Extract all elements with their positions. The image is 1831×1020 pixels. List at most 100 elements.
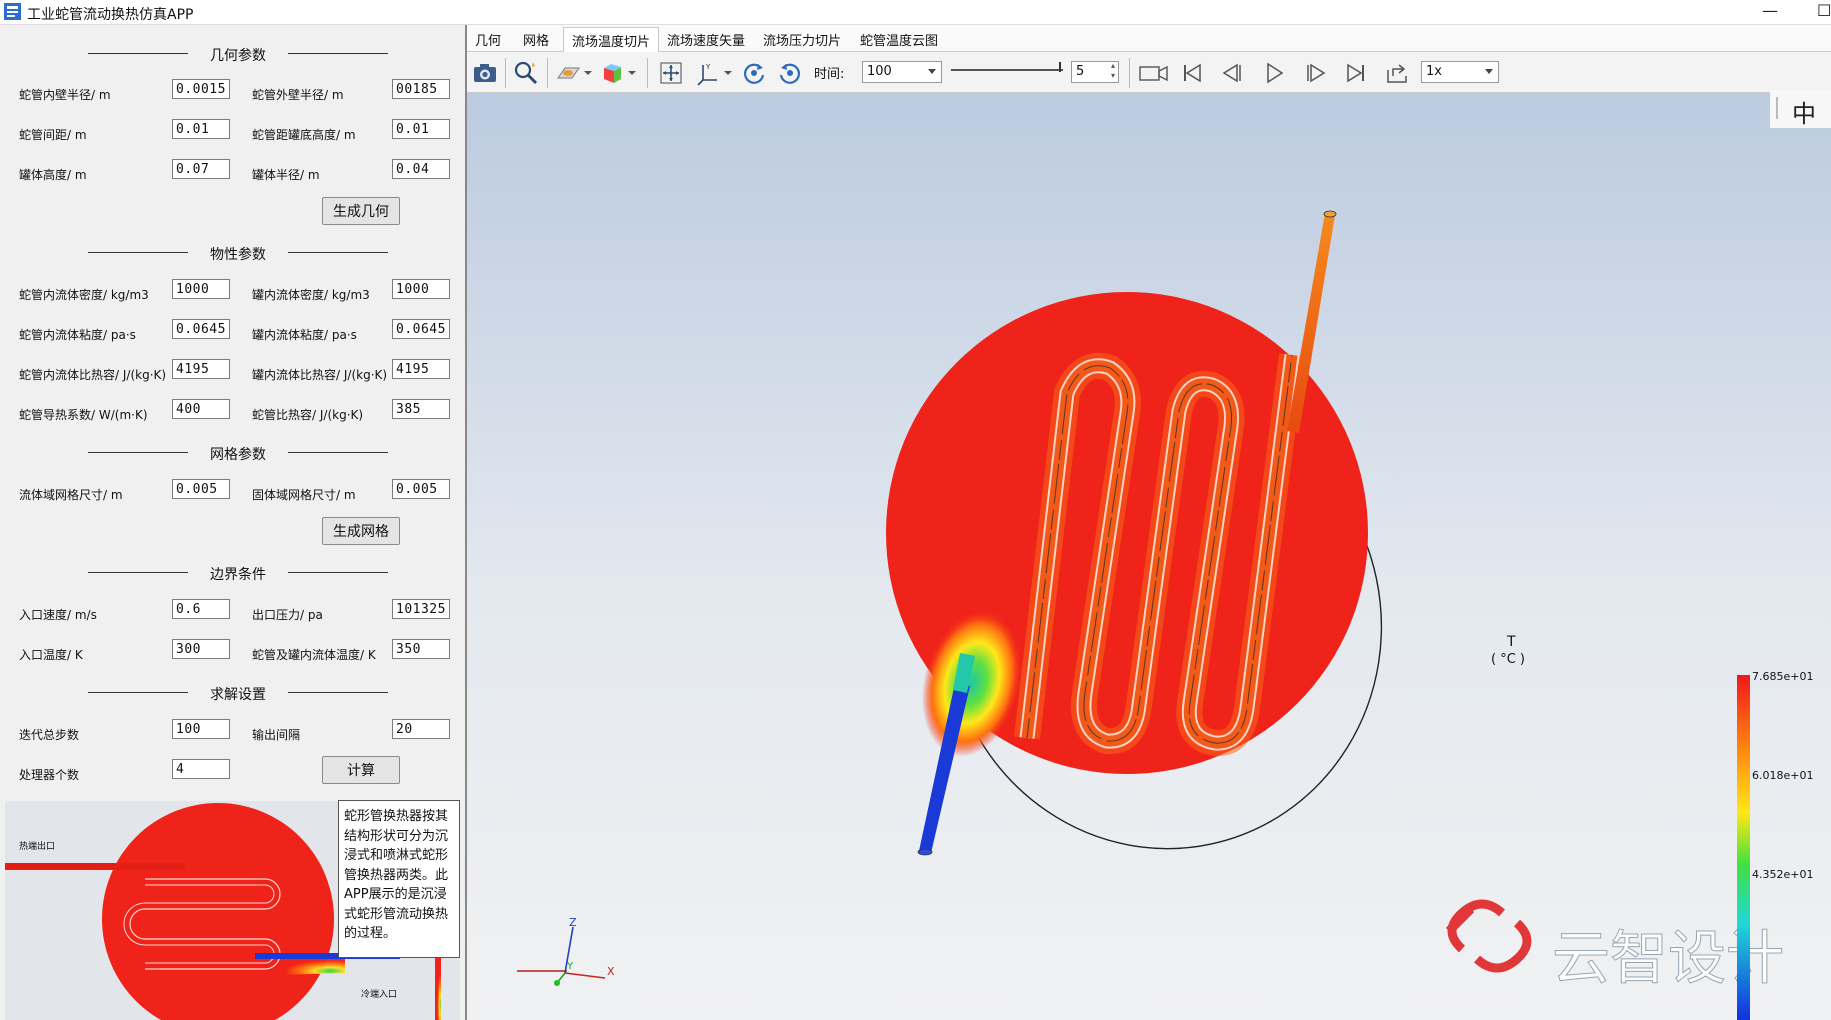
legend-mid-label: 6.018e+01	[1752, 769, 1813, 782]
record-video-icon[interactable]	[1138, 60, 1170, 86]
input-tank-fluid-density[interactable]: 1000	[392, 279, 450, 299]
tab-bar: 几何 网格 流场温度切片 流场速度矢量 流场压力切片 蛇管温度云图	[467, 25, 1831, 54]
label-tank-fluid-viscosity: 罐内流体粘度/ pa·s	[252, 328, 357, 342]
section-boundary: 边界条件	[88, 564, 388, 583]
label-tank-radius: 罐体半径/ m	[252, 168, 320, 182]
axes-dropdown-chevron-icon[interactable]	[721, 60, 735, 86]
play-icon[interactable]	[1261, 60, 1287, 86]
label-inlet-temperature: 入口温度/ K	[19, 648, 83, 662]
label-tank-fluid-cp: 罐内流体比热容/ J/(kg·K)	[252, 368, 388, 382]
tab-flow-velocity-vector[interactable]: 流场速度矢量	[667, 30, 745, 49]
tab-geometry[interactable]: 几何	[475, 30, 501, 49]
input-solid-mesh-size[interactable]: 0.005	[392, 479, 450, 499]
input-inlet-temperature[interactable]: 300	[172, 639, 230, 659]
input-tank-radius[interactable]: 0.04	[392, 159, 450, 179]
label-coil-outer-radius: 蛇管外壁半径/ m	[252, 88, 344, 102]
input-coil-outer-radius[interactable]: 00185	[392, 79, 450, 99]
label-coil-fluid-viscosity: 蛇管内流体粘度/ pa·s	[19, 328, 136, 342]
legend-color-bar	[1737, 675, 1750, 1020]
compute-button[interactable]: 计算	[322, 756, 400, 784]
previous-frame-icon[interactable]	[1220, 60, 1246, 86]
temperature-slice-render: X Z Y 云智设计 T ( °C ) 7.685e+01 6.018e+01 …	[517, 210, 1813, 1020]
window-title: 工业蛇管流动换热仿真APP	[27, 7, 194, 23]
label-coil-bottom-height: 蛇管距罐底高度/ m	[252, 128, 356, 142]
playback-speed-select[interactable]: 1x	[1421, 61, 1499, 83]
ime-indicator[interactable]: 中	[1770, 90, 1831, 128]
fit-view-icon[interactable]	[658, 60, 684, 86]
label-solid-mesh-size: 固体域网格尺寸/ m	[252, 488, 356, 502]
section-material: 物性参数	[88, 244, 388, 263]
rotate-right-icon[interactable]	[777, 60, 803, 86]
input-tank-fluid-cp[interactable]: 4195	[392, 359, 450, 379]
tab-mesh[interactable]: 网格	[523, 30, 549, 49]
input-inlet-velocity[interactable]: 0.6	[172, 599, 230, 619]
label-coil-spacing: 蛇管间距/ m	[19, 128, 87, 142]
input-coil-fluid-viscosity[interactable]: 0.0645	[172, 319, 230, 339]
tab-coil-temperature-contour[interactable]: 蛇管温度云图	[860, 30, 938, 49]
axes-orientation-icon[interactable]: Y	[695, 60, 721, 86]
3d-viewport[interactable]: X Z Y 云智设计 T ( °C ) 7.685e+01 6.018e+01 …	[467, 93, 1831, 1020]
input-tank-height[interactable]: 0.07	[172, 159, 230, 179]
color-map-dropdown-chevron-icon[interactable]	[625, 60, 639, 86]
input-iterations[interactable]: 100	[172, 719, 230, 739]
section-solver: 求解设置	[88, 684, 388, 703]
time-label: 时间:	[814, 67, 845, 82]
input-tank-temperature[interactable]: 350	[392, 639, 450, 659]
generate-mesh-button[interactable]: 生成网格	[322, 517, 400, 545]
zoom-icon[interactable]	[513, 60, 539, 86]
watermark-logo-icon	[1445, 899, 1532, 973]
input-coil-fluid-cp[interactable]: 4195	[172, 359, 230, 379]
label-tank-fluid-density: 罐内流体密度/ kg/m3	[252, 288, 370, 302]
input-cpu-count[interactable]: 4	[172, 759, 230, 779]
label-coil-fluid-density: 蛇管内流体密度/ kg/m3	[19, 288, 149, 302]
input-fluid-mesh-size[interactable]: 0.005	[172, 479, 230, 499]
input-tank-fluid-viscosity[interactable]: 0.0645	[392, 319, 450, 339]
input-coil-inner-radius[interactable]: 0.0015	[172, 79, 230, 99]
generate-geometry-button[interactable]: 生成几何	[322, 197, 400, 225]
axis-x-label: X	[607, 965, 615, 978]
input-coil-cp[interactable]: 385	[392, 399, 450, 419]
section-geometry: 几何参数	[88, 45, 388, 64]
last-frame-icon[interactable]	[1343, 60, 1369, 86]
input-coil-conductivity[interactable]: 400	[172, 399, 230, 419]
tab-flow-pressure-slice[interactable]: 流场压力切片	[763, 30, 841, 49]
label-output-interval: 输出间隔	[252, 728, 301, 742]
time-slider-track[interactable]	[951, 69, 1063, 71]
input-coil-spacing[interactable]: 0.01	[172, 119, 230, 139]
label-cpu-count: 处理器个数	[19, 768, 80, 782]
camera-icon[interactable]	[472, 60, 498, 86]
toolbar: Y 时间: 100 5 ▴ ▾ 1x	[467, 52, 1831, 93]
section-mesh: 网格参数	[88, 444, 388, 463]
app-icon	[4, 3, 21, 20]
svg-text:Y: Y	[705, 63, 711, 71]
maximize-icon[interactable]: ☐	[1817, 1, 1831, 20]
loop-export-icon[interactable]	[1384, 60, 1410, 86]
time-select[interactable]: 100	[862, 61, 942, 83]
label-coil-cp: 蛇管比热容/ J/(kg·K)	[252, 408, 364, 422]
label-inlet-velocity: 入口速度/ m/s	[19, 608, 97, 622]
input-coil-fluid-density[interactable]: 1000	[172, 279, 230, 299]
minimize-icon[interactable]: —	[1762, 1, 1778, 20]
color-map-cube-icon[interactable]	[599, 60, 625, 86]
legend-title: T	[1506, 634, 1516, 650]
slice-dropdown-chevron-icon[interactable]	[581, 60, 595, 86]
legend-low-label: 4.352e+01	[1752, 868, 1813, 881]
step-spinbox[interactable]: 5 ▴ ▾	[1071, 61, 1119, 83]
label-tank-height: 罐体高度/ m	[19, 168, 87, 182]
time-slider-handle[interactable]	[1059, 62, 1061, 72]
tab-flow-temperature-slice[interactable]: 流场温度切片	[563, 27, 660, 54]
legend-max-label: 7.685e+01	[1752, 670, 1813, 683]
first-frame-icon[interactable]	[1179, 60, 1205, 86]
hot-outlet-label: 热端出口	[19, 840, 55, 852]
rotate-left-icon[interactable]	[741, 60, 767, 86]
next-frame-icon[interactable]	[1302, 60, 1328, 86]
label-outlet-pressure: 出口压力/ pa	[252, 608, 323, 622]
input-output-interval[interactable]: 20	[392, 719, 450, 739]
slice-plane-icon[interactable]	[555, 60, 581, 86]
label-tank-temperature: 蛇管及罐内流体温度/ K	[252, 648, 376, 662]
label-coil-conductivity: 蛇管导热系数/ W/(m·K)	[19, 408, 148, 422]
input-coil-bottom-height[interactable]: 0.01	[392, 119, 450, 139]
label-iterations: 迭代总步数	[19, 728, 80, 742]
input-outlet-pressure[interactable]: 101325	[392, 599, 450, 619]
legend-unit: ( °C )	[1491, 652, 1525, 667]
